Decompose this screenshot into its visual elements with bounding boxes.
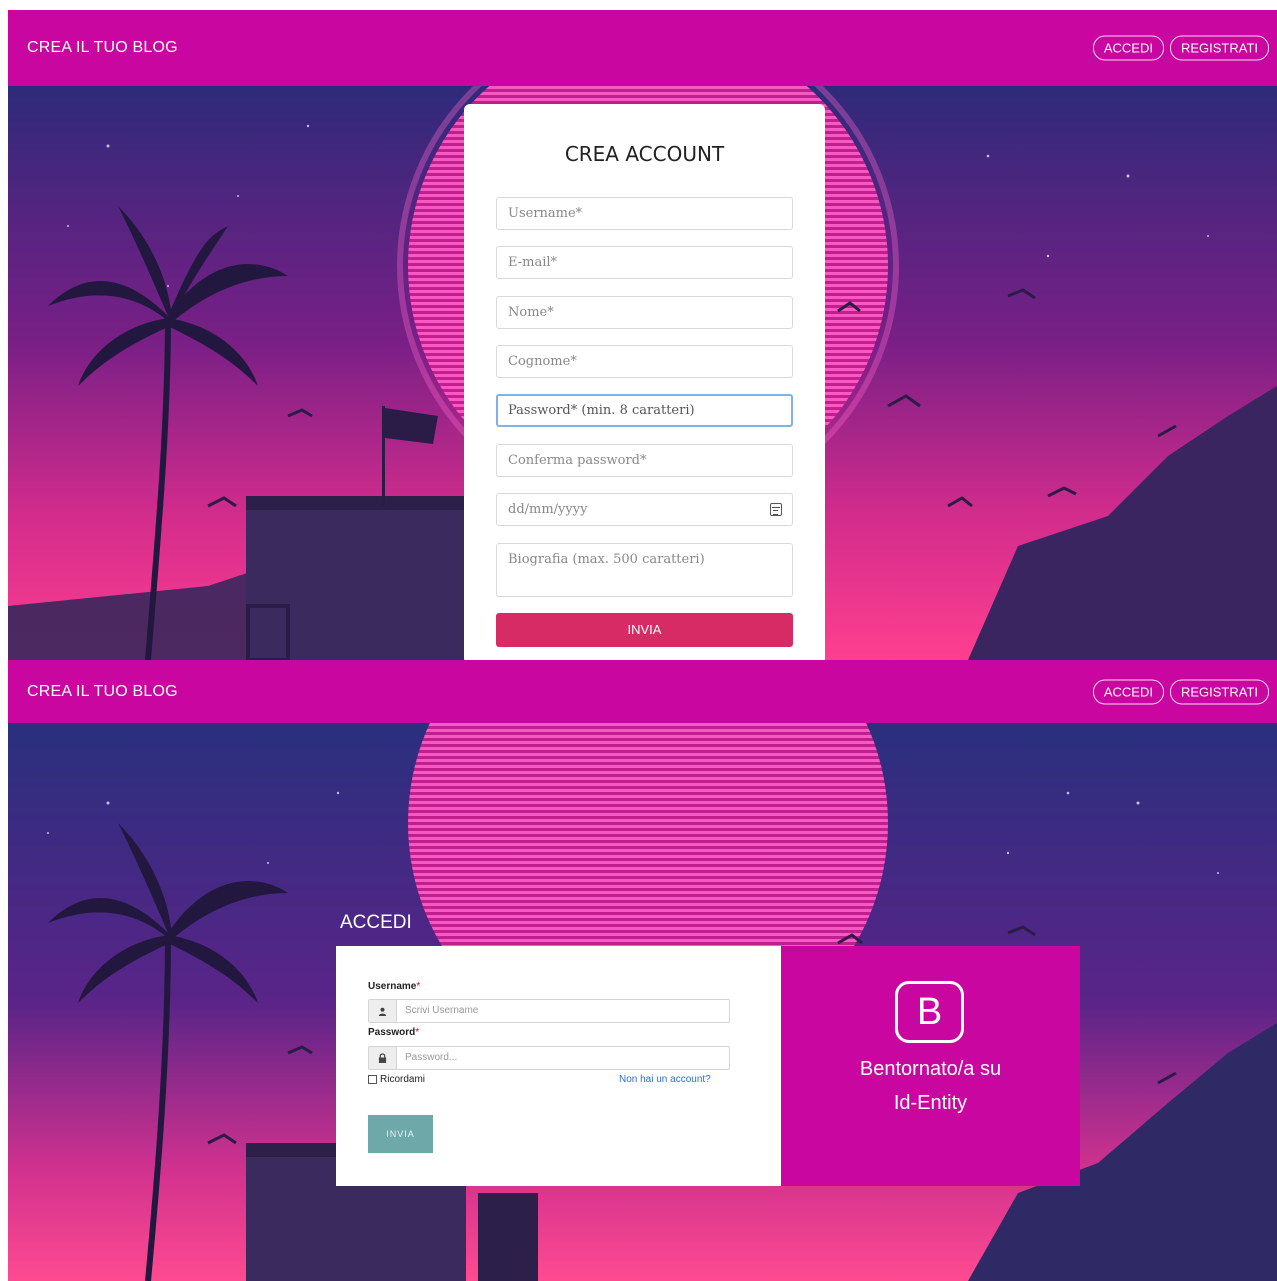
password-input-group[interactable]: Password... [368, 1046, 730, 1070]
password-field[interactable]: Password* (min. 8 caratteri) [496, 394, 793, 427]
bootstrap-logo-icon: B [895, 981, 964, 1043]
remember-label: Ricordami [380, 1074, 426, 1085]
biography-textarea[interactable]: Biografia (max. 500 caratteri) [496, 543, 793, 597]
remember-checkbox[interactable] [368, 1075, 377, 1084]
login-password-input[interactable]: Password... [397, 1047, 729, 1069]
brand-title[interactable]: CREA IL TUO BLOG [27, 39, 178, 57]
login-form-card: Username* Scrivi Username Password* Pass… [336, 946, 781, 1186]
welcome-panel: B Bentornato/a su Id-Entity [781, 946, 1080, 1186]
register-nav-button[interactable]: REGISTRATI [1169, 679, 1269, 704]
required-mark: * [416, 981, 421, 992]
remember-me[interactable]: Ricordami [368, 1074, 425, 1085]
password-label: Password* [368, 1027, 419, 1038]
signup-card: CREA ACCOUNT Username* E-mail* Nome* Cog… [464, 104, 825, 660]
required-mark: * [415, 1027, 420, 1038]
surname-field[interactable]: Cognome* [496, 345, 793, 378]
no-account-link[interactable]: Non hai un account? [619, 1074, 711, 1085]
login-username-input[interactable]: Scrivi Username [397, 1000, 729, 1022]
confirm-password-field[interactable]: Conferma password* [496, 444, 793, 477]
user-icon [369, 1000, 397, 1022]
signup-title: CREA ACCOUNT [564, 142, 725, 166]
login-nav-button[interactable]: ACCEDI [1092, 35, 1164, 61]
login-screen: CREA IL TUO BLOG ACCEDI REGISTRATI ACCED… [8, 660, 1277, 1281]
lock-icon [369, 1047, 397, 1069]
email-field[interactable]: E-mail* [496, 246, 793, 279]
welcome-line-2: Id-Entity [893, 1092, 968, 1114]
birthdate-placeholder: dd/mm/yyyy [508, 502, 588, 517]
password-label-text: Password [368, 1027, 416, 1038]
brand-title[interactable]: CREA IL TUO BLOG [27, 683, 178, 701]
register-nav-button[interactable]: REGISTRATI [1169, 35, 1269, 61]
nav-buttons: ACCEDI REGISTRATI [1092, 679, 1269, 704]
username-input-group[interactable]: Scrivi Username [368, 999, 730, 1023]
login-nav-button[interactable]: ACCEDI [1092, 679, 1164, 704]
welcome-text: Bentornato/a su Id-Entity [781, 1052, 1080, 1120]
signup-screen: CREA IL TUO BLOG ACCEDI REGISTRATI CREA … [8, 10, 1277, 660]
navbar: CREA IL TUO BLOG ACCEDI REGISTRATI [8, 660, 1277, 723]
navbar: CREA IL TUO BLOG ACCEDI REGISTRATI [8, 10, 1277, 86]
login-submit-button[interactable]: INVIA [368, 1115, 433, 1153]
username-label-text: Username [368, 981, 417, 992]
name-field[interactable]: Nome* [496, 296, 793, 329]
nav-buttons: ACCEDI REGISTRATI [1092, 35, 1269, 61]
login-heading: ACCEDI [340, 912, 412, 933]
username-field[interactable]: Username* [496, 197, 793, 230]
signup-submit-button[interactable]: INVIA [496, 613, 793, 647]
username-label: Username* [368, 981, 420, 992]
welcome-line-1: Bentornato/a su [859, 1058, 1002, 1080]
calendar-icon[interactable] [770, 503, 782, 516]
birthdate-field[interactable]: dd/mm/yyyy [496, 493, 793, 526]
